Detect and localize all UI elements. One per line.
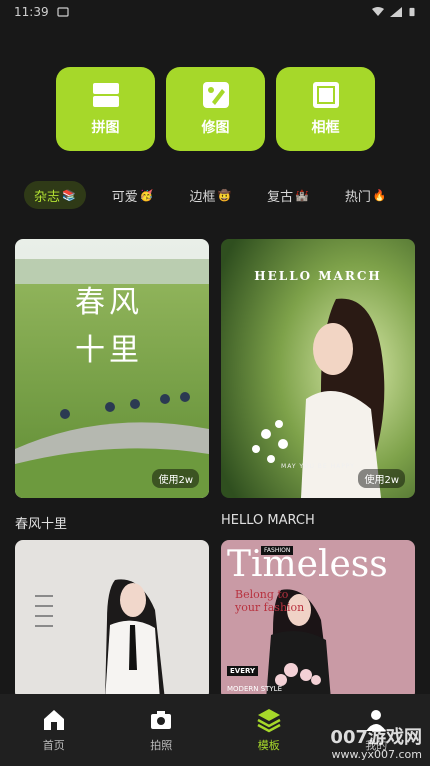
nav-camera[interactable]: 拍照 — [108, 694, 216, 766]
tab-label: 杂志 — [34, 189, 61, 205]
edit-photo-button[interactable]: 修图 — [166, 67, 265, 151]
signal-icon — [390, 7, 402, 17]
tab-label: 可爱 — [111, 189, 138, 205]
tab-hot[interactable]: 热门 🔥 — [335, 181, 397, 209]
nav-label: 拍照 — [150, 739, 173, 752]
fire-icon: 🔥 — [372, 188, 387, 202]
template-card[interactable] — [15, 540, 209, 700]
notification-icon — [56, 7, 69, 17]
card-overlay-text: 春风十里 — [75, 285, 143, 368]
frame-label: 相框 — [311, 120, 340, 136]
template-card[interactable]: HELLO MARCH MAY YOU BE HAPPY 使用2w — [221, 239, 415, 498]
template-thumbnail: 春风十里 使用2w — [15, 239, 209, 498]
castle-icon: 🏰 — [295, 188, 309, 202]
tab-label: 复古 — [267, 189, 294, 205]
modern-style-tag: MODERN STYLE — [227, 685, 283, 693]
nav-home[interactable]: 首页 — [0, 694, 108, 766]
nav-label: 模板 — [257, 739, 280, 752]
tab-label: 边框 — [189, 189, 216, 205]
nav-label: 首页 — [42, 739, 65, 752]
frame-icon — [312, 82, 339, 108]
status-bar: 11:39 — [0, 0, 430, 24]
cowboy-face-icon: 🤠 — [217, 188, 232, 202]
template-thumbnail — [15, 540, 209, 700]
collage-icon — [92, 83, 119, 107]
status-time: 11:39 — [14, 5, 49, 19]
watermark-url: www.yx007.com — [331, 748, 422, 761]
edit-photo-label: 修图 — [201, 120, 230, 136]
template-thumbnail: FASHION Timeless Belong to your fashion … — [221, 540, 415, 700]
template-title: HELLO MARCH — [221, 513, 315, 528]
tab-retro[interactable]: 复古 🏰 — [257, 181, 319, 209]
poster-photo — [15, 540, 209, 700]
card-overlay-text: HELLO MARCH — [254, 269, 382, 283]
collage-button[interactable]: 拼图 — [56, 67, 155, 151]
site-watermark: 007游戏网 www.yx007.com — [330, 727, 422, 761]
every-tag: EVERY — [227, 666, 259, 676]
nav-templates[interactable]: 模板 — [215, 694, 323, 766]
home-icon — [43, 710, 64, 730]
tool-buttons: 拼图 修图 相框 — [56, 67, 375, 151]
battery-icon — [409, 7, 415, 17]
template-thumbnail: HELLO MARCH MAY YOU BE HAPPY 使用2w — [221, 239, 415, 498]
collage-label: 拼图 — [91, 120, 120, 136]
tab-magazine[interactable]: 杂志 📚 — [24, 181, 86, 209]
card-subtitle-text: Belong to your fashion — [235, 588, 305, 615]
category-tabs: 杂志 📚 可爱 🥳 边框 🤠 复古 🏰 热门 🔥 — [24, 180, 414, 210]
tab-cute[interactable]: 可爱 🥳 — [102, 181, 164, 209]
camera-icon — [151, 711, 172, 729]
usage-badge: 使用2w — [358, 469, 405, 488]
tab-border[interactable]: 边框 🤠 — [179, 181, 241, 209]
edit-photo-icon — [202, 82, 229, 108]
wifi-icon — [372, 7, 384, 16]
books-icon: 📚 — [62, 188, 76, 202]
usage-badge: 使用2w — [152, 469, 199, 488]
watermark-main: 007游戏网 — [330, 727, 422, 748]
tab-label: 热门 — [344, 189, 371, 205]
template-title: 春风十里 — [15, 517, 68, 532]
template-card[interactable]: FASHION Timeless Belong to your fashion … — [221, 540, 415, 700]
frame-button[interactable]: 相框 — [276, 67, 375, 151]
card-overlay-text: Timeless — [227, 544, 388, 585]
layers-icon — [257, 709, 281, 733]
template-card[interactable]: 春风十里 使用2w — [15, 239, 209, 498]
party-face-icon: 🥳 — [139, 188, 154, 202]
